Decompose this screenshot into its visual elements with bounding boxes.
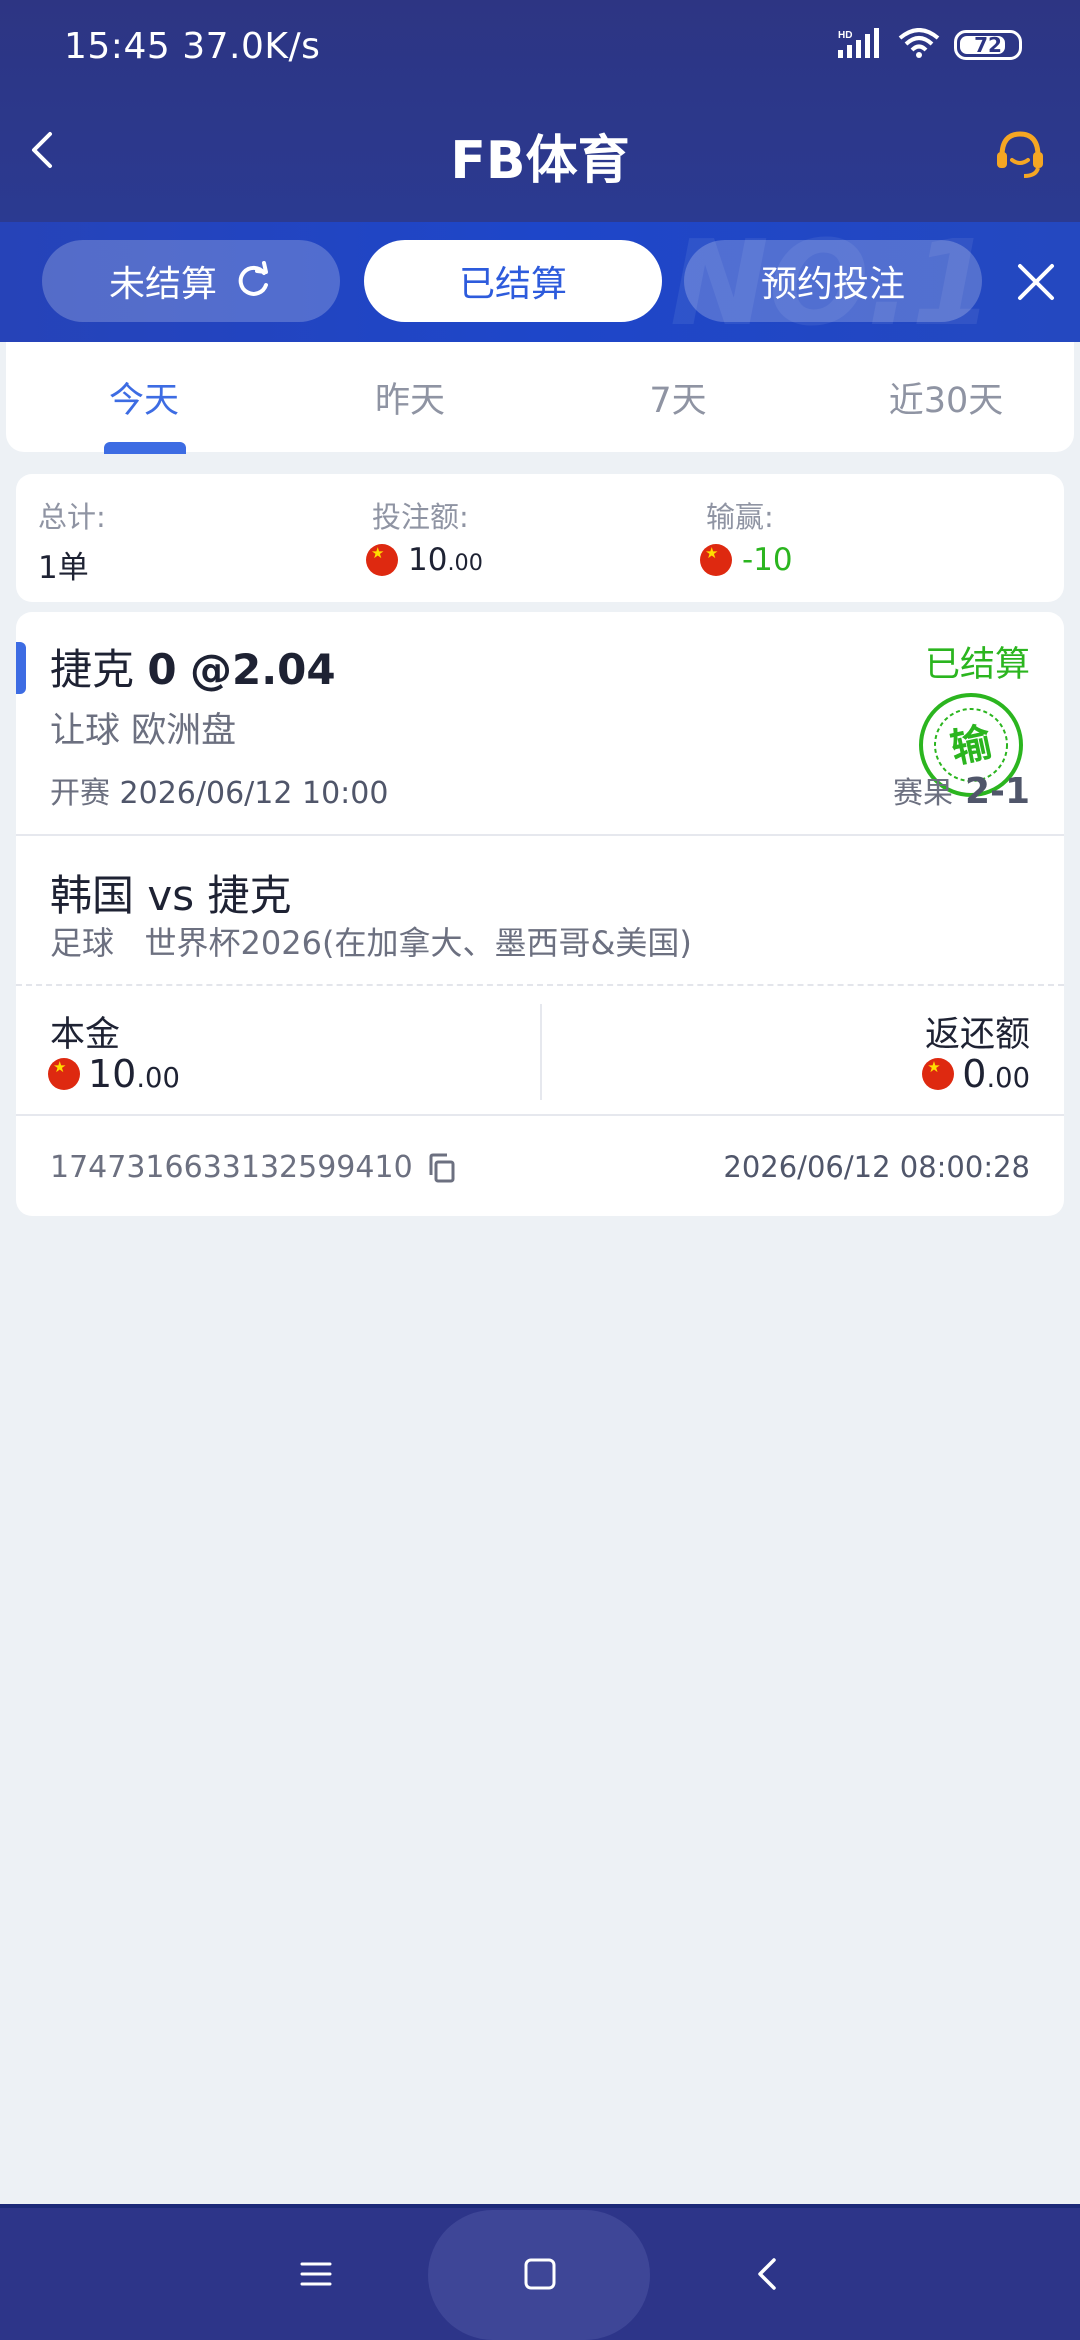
bet-record-card[interactable]: 捷克 0 @2.04 让球 欧洲盘 开赛 2026/06/12 10:00 已结… (16, 612, 1064, 1216)
total-label: 总计: (38, 500, 106, 534)
return-value: 0.00 (922, 1052, 1030, 1096)
dashed-divider (16, 984, 1064, 986)
stake-label: 投注额: (372, 500, 469, 534)
cny-flag-icon (48, 1058, 80, 1090)
tab-30-days[interactable]: 近30天 (846, 372, 1046, 423)
kickoff-time: 开赛 2026/06/12 10:00 (50, 768, 388, 812)
return-amount: 0 (962, 1052, 987, 1096)
return-label: 返还额 (924, 1015, 1030, 1055)
return-decimals: .00 (986, 1063, 1030, 1094)
svg-text:输: 输 (947, 719, 997, 773)
section-divider (16, 834, 1064, 836)
order-number: 1747316633132599410 (50, 1150, 457, 1185)
bet-team: 捷克 (50, 645, 135, 694)
tab-today[interactable]: 今天 (44, 372, 244, 423)
order-time: 2026/06/12 08:00:28 (723, 1150, 1030, 1184)
match-league: 足球 世界杯2026(在加拿大、墨西哥&美国) (50, 918, 692, 964)
bet-market: 让球 欧洲盘 (50, 711, 237, 751)
bet-odds: @2.04 (189, 645, 336, 694)
refresh-icon[interactable] (233, 261, 273, 301)
pnl-label: 输赢: (706, 500, 774, 534)
principal-amount: 10 (88, 1052, 137, 1096)
cny-flag-icon (366, 544, 398, 576)
battery-level: 72 (974, 33, 1002, 57)
customer-service-icon[interactable] (990, 124, 1050, 184)
cny-flag-icon (922, 1058, 955, 1090)
svg-text:HD: HD (838, 30, 852, 41)
page-title: FB体育 (450, 131, 630, 191)
signal-icon: HD (838, 28, 884, 62)
stake-decimals: .00 (447, 550, 483, 576)
battery-icon: 72 (954, 30, 1022, 60)
match-result: 赛果 2-1 (893, 768, 1030, 812)
league-name: 世界杯2026(在加拿大、墨西哥&美国) (144, 924, 692, 962)
home-icon[interactable] (516, 2250, 564, 2298)
segment-unsettled-label: 未结算 (108, 264, 217, 305)
pnl-amount: -10 (742, 542, 793, 578)
segment-reserved-label: 预约投注 (760, 264, 905, 305)
menu-icon[interactable] (292, 2250, 340, 2298)
kickoff-value: 2026/06/12 10:00 (119, 776, 389, 811)
app-header: 15:45 37.0K/s HD 72 FB体育 (0, 0, 1080, 222)
kickoff-label: 开赛 (50, 776, 110, 811)
section-divider (16, 1114, 1064, 1116)
principal-value: 10.00 (48, 1052, 180, 1096)
total-value: 1单 (38, 542, 89, 587)
pnl-value: -10 (700, 542, 793, 578)
result-score: 2-1 (964, 771, 1030, 812)
stake-amount: 10 (408, 542, 448, 578)
bet-handicap: 0 (147, 645, 177, 694)
total-count: 1单 (38, 550, 89, 586)
network-speed: 37.0K/s (182, 26, 321, 67)
bet-status-text: 已结算 (924, 645, 1030, 685)
stake-value: 10.00 (366, 542, 483, 578)
segment-settled[interactable]: 已结算 (364, 240, 662, 322)
amount-divider (540, 1004, 542, 1100)
tab-yesterday[interactable]: 昨天 (310, 372, 510, 423)
bet-selection: 捷克 0 @2.04 (50, 636, 336, 697)
close-icon[interactable] (1016, 262, 1056, 302)
principal-label: 本金 (50, 1015, 121, 1055)
tab-active-indicator (104, 442, 186, 454)
segment-reserved-bets[interactable]: 预约投注 (684, 240, 982, 322)
period-tabs: 今天 昨天 7天 近30天 (6, 342, 1074, 454)
selection-accent-bar (16, 642, 26, 694)
copy-icon[interactable] (427, 1153, 457, 1183)
match-title: 韩国 vs 捷克 (50, 871, 292, 920)
wifi-icon (898, 28, 940, 62)
clock: 15:45 (64, 26, 171, 67)
back-icon[interactable] (744, 2250, 792, 2298)
order-id: 1747316633132599410 (50, 1150, 413, 1185)
segment-unsettled[interactable]: 未结算 (42, 240, 340, 322)
sport-name: 足球 (50, 924, 115, 962)
principal-decimals: .00 (136, 1063, 180, 1094)
tab-7-days[interactable]: 7天 (578, 372, 778, 423)
segment-settled-label: 已结算 (458, 264, 567, 305)
status-bar-time: 15:45 37.0K/s (64, 26, 320, 67)
bet-status-switcher: NO.1 未结算 已结算 预约投注 (0, 222, 1080, 342)
summary-card: 总计: 1单 投注额: 10.00 输赢: -10 (16, 474, 1064, 602)
status-bar-icons: HD 72 (838, 28, 1022, 62)
result-label: 赛果 (892, 776, 953, 811)
cny-flag-icon (700, 544, 732, 576)
